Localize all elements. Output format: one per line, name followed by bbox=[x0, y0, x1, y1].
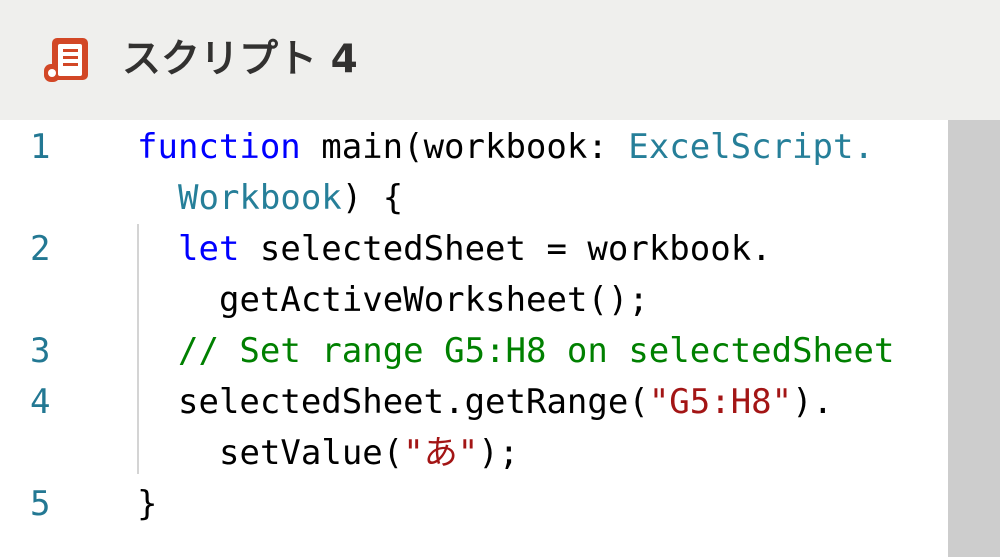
code-editor[interactable]: 1 2 3 4 5 function main(workbook: ExcelS… bbox=[0, 120, 948, 557]
keyword: function bbox=[137, 127, 301, 167]
code-line[interactable]: selectedSheet.getRange("G5:H8"). bbox=[178, 377, 833, 428]
script-header: スクリプト 4 bbox=[0, 0, 1000, 120]
string-literal: "あ" bbox=[403, 433, 479, 473]
code-line[interactable]: let selectedSheet = workbook. bbox=[178, 224, 772, 275]
indent-guide bbox=[137, 224, 139, 474]
type-name: Workbook bbox=[178, 178, 342, 218]
code-text: ); bbox=[478, 433, 520, 473]
code-text: main(workbook: bbox=[300, 127, 629, 167]
script-title: スクリプト 4 bbox=[122, 37, 358, 82]
code-text: ). bbox=[792, 382, 834, 422]
keyword: let bbox=[178, 229, 240, 269]
code-text: selectedSheet = workbook. bbox=[239, 229, 772, 269]
line-number: 3 bbox=[30, 331, 51, 371]
code-line[interactable]: } bbox=[137, 479, 157, 530]
code-line-wrap[interactable]: Workbook) { bbox=[178, 173, 403, 224]
code-text: selectedSheet.getRange( bbox=[178, 382, 649, 422]
code-line[interactable]: // Set range G5:H8 on selectedSheet bbox=[178, 326, 894, 377]
code-text: getActiveWorksheet(); bbox=[219, 280, 649, 320]
line-number: 1 bbox=[30, 127, 51, 167]
comment: // Set range G5:H8 on selectedSheet bbox=[178, 331, 895, 371]
vertical-scrollbar[interactable] bbox=[948, 120, 1000, 557]
type-name: ExcelScript. bbox=[628, 127, 874, 167]
code-text: } bbox=[137, 484, 158, 524]
line-number: 4 bbox=[30, 382, 51, 422]
code-text: setValue( bbox=[219, 433, 404, 473]
code-line-wrap[interactable]: setValue("あ"); bbox=[219, 428, 519, 479]
code-line-wrap[interactable]: getActiveWorksheet(); bbox=[219, 275, 649, 326]
line-number: 2 bbox=[30, 229, 51, 269]
code-line[interactable]: function main(workbook: ExcelScript. bbox=[137, 122, 874, 173]
script-icon bbox=[44, 38, 88, 82]
line-number: 5 bbox=[30, 484, 51, 524]
string-literal: "G5:H8" bbox=[648, 382, 793, 422]
code-text: ) { bbox=[341, 178, 404, 218]
